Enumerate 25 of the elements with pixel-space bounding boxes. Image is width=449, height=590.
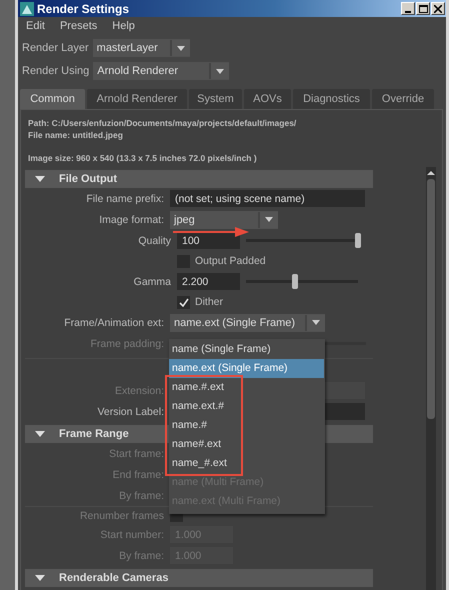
- field-label: Frame/Animation ext:: [63, 316, 165, 328]
- output-path: Path: C:/Users/enfuzion/Documents/maya/projects/default/images/: [28, 117, 298, 129]
- field-label: Render Layer: [22, 42, 89, 54]
- image-size: Image size: 960 x 540 (13.3 x 7.5 inches 72.0 pixels/inch ): [28, 152, 258, 164]
- field-label: Extension:: [114, 384, 165, 396]
- checkbox-label: Renumber frames: [78, 510, 165, 522]
- field-label: By frame:: [118, 490, 165, 502]
- field-label: End frame:: [112, 468, 165, 480]
- section-title: File Output: [59, 173, 118, 185]
- field-label: File name prefix:: [85, 192, 165, 204]
- window-title: Render Settings: [37, 2, 130, 16]
- field-label: Version Label:: [96, 406, 165, 418]
- field-label: Image format:: [98, 214, 165, 226]
- file-name: File name: untitled.jpeg: [28, 129, 124, 141]
- field-label: Render Using: [22, 65, 90, 77]
- field-label: Frame padding:: [89, 338, 165, 350]
- field-label: Quality: [137, 234, 172, 246]
- field-label: Gamma: [132, 276, 172, 288]
- field-label: Start frame:: [108, 448, 165, 460]
- section-title: Renderable Cameras: [59, 572, 168, 584]
- checkbox-label: Dither: [195, 296, 224, 308]
- checkbox-label: Output Padded: [195, 255, 266, 267]
- field-label: By frame:: [118, 550, 165, 562]
- field-label: Start number:: [99, 528, 165, 540]
- section-title: Frame Range: [59, 428, 129, 440]
